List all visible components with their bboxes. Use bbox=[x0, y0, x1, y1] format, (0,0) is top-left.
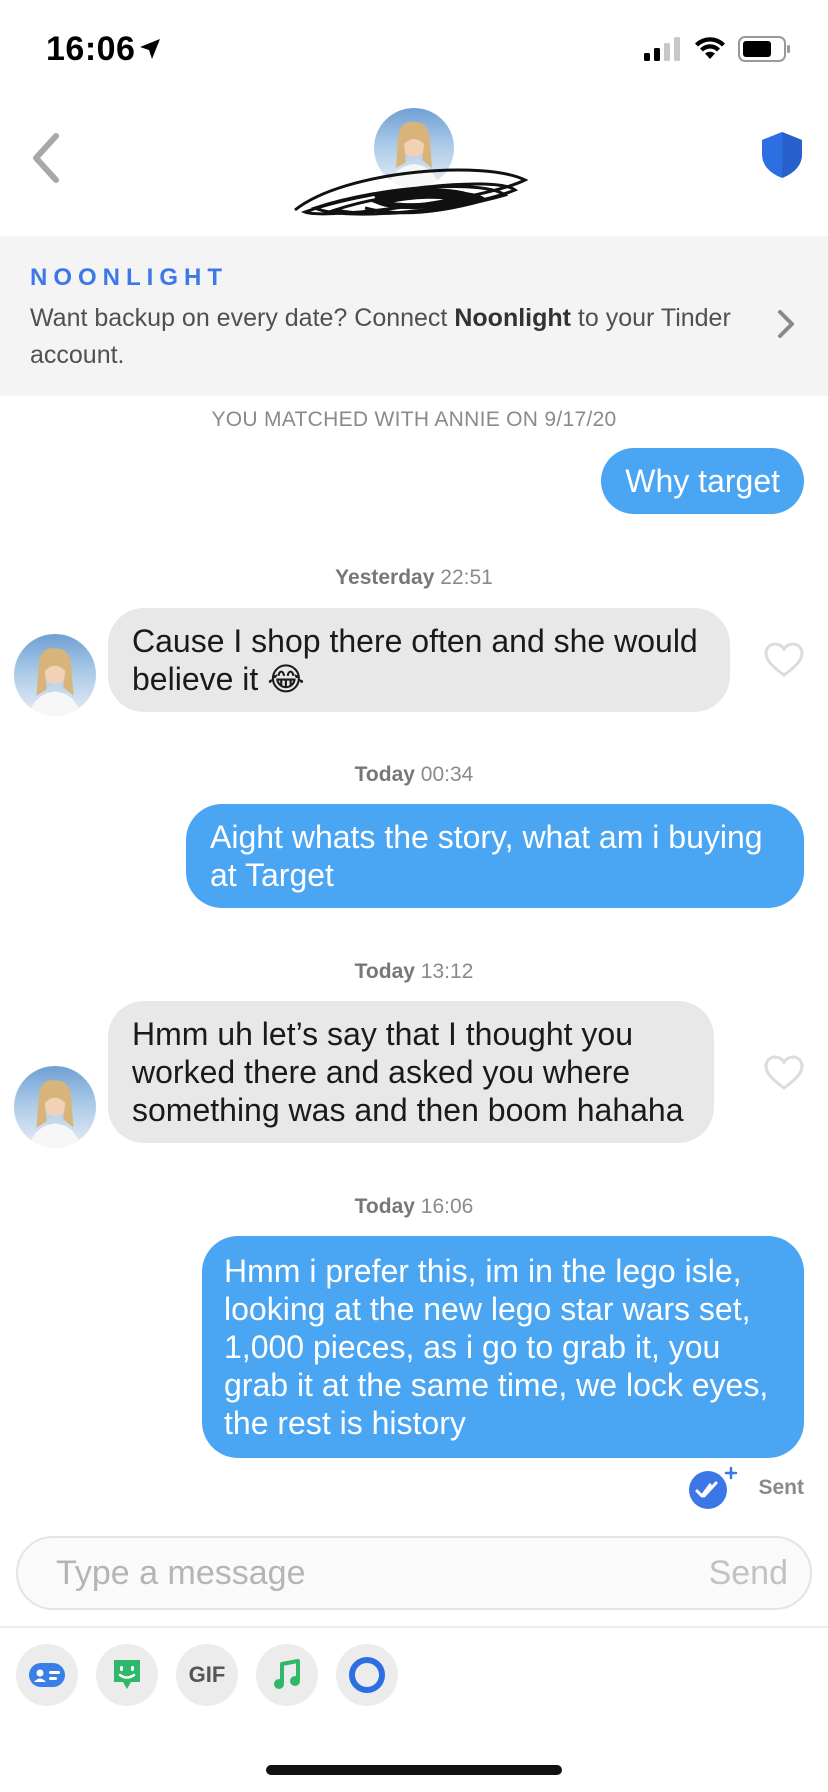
sticker-button[interactable] bbox=[96, 1644, 158, 1706]
circle-button[interactable] bbox=[336, 1644, 398, 1706]
signal-icon bbox=[644, 37, 680, 61]
person-photo-icon bbox=[28, 1080, 82, 1148]
message-input[interactable]: Type a message bbox=[56, 1554, 305, 1593]
noonlight-logo: NOONLIGHT bbox=[30, 264, 228, 291]
divider bbox=[0, 1626, 828, 1628]
noonlight-banner[interactable]: NOONLIGHT Want backup on every date? Con… bbox=[0, 236, 828, 396]
status-bar: 16:06 bbox=[0, 0, 828, 100]
heart-icon[interactable] bbox=[764, 1055, 804, 1091]
chat-header bbox=[0, 100, 828, 236]
redaction-scribble bbox=[294, 168, 529, 216]
message-bubble-incoming[interactable]: Hmm uh let’s say that I thought you work… bbox=[108, 1001, 714, 1143]
timestamp: Today 13:12 bbox=[354, 960, 474, 983]
send-button[interactable]: Send bbox=[709, 1554, 788, 1593]
chevron-right-icon bbox=[778, 310, 794, 338]
composer-toolbar: GIF bbox=[16, 1644, 398, 1706]
location-arrow-icon bbox=[140, 39, 160, 59]
circle-icon bbox=[349, 1657, 385, 1693]
message-composer[interactable]: Type a message Send bbox=[16, 1536, 812, 1610]
read-receipt-icon[interactable] bbox=[688, 1466, 738, 1510]
sticker-icon bbox=[114, 1660, 140, 1689]
battery-icon bbox=[738, 36, 790, 62]
back-chevron-icon[interactable] bbox=[26, 130, 66, 186]
safety-shield-icon[interactable] bbox=[760, 130, 804, 180]
profile-card-icon bbox=[29, 1663, 65, 1687]
wifi-icon bbox=[695, 37, 725, 59]
message-bubble-outgoing[interactable]: Why target bbox=[601, 448, 804, 514]
music-button[interactable] bbox=[256, 1644, 318, 1706]
match-note: YOU MATCHED WITH ANNIE ON 9/17/20 bbox=[211, 408, 617, 431]
home-indicator bbox=[266, 1765, 562, 1775]
timestamp: Yesterday 22:51 bbox=[335, 566, 493, 589]
timestamp: Today 00:34 bbox=[354, 763, 474, 786]
person-photo-icon bbox=[28, 648, 82, 716]
heart-icon[interactable] bbox=[764, 642, 804, 678]
sent-status: Sent bbox=[688, 1466, 804, 1510]
gif-button[interactable]: GIF bbox=[176, 1644, 238, 1706]
profile-card-button[interactable] bbox=[16, 1644, 78, 1706]
match-avatar-small[interactable] bbox=[14, 1066, 96, 1148]
music-note-icon bbox=[274, 1659, 300, 1689]
status-time: 16:06 bbox=[46, 30, 136, 68]
gif-icon: GIF bbox=[188, 1662, 226, 1687]
match-avatar-small[interactable] bbox=[14, 634, 96, 716]
timestamp: Today 16:06 bbox=[354, 1195, 474, 1218]
banner-text: Want backup on every date? Connect Noonl… bbox=[30, 304, 731, 369]
message-bubble-outgoing[interactable]: Hmm i prefer this, im in the lego isle, … bbox=[202, 1236, 804, 1458]
message-bubble-incoming[interactable]: Cause I shop there often and she would b… bbox=[108, 608, 730, 712]
sent-label: Sent bbox=[758, 1476, 804, 1499]
message-bubble-outgoing[interactable]: Aight whats the story, what am i buying … bbox=[186, 804, 804, 908]
